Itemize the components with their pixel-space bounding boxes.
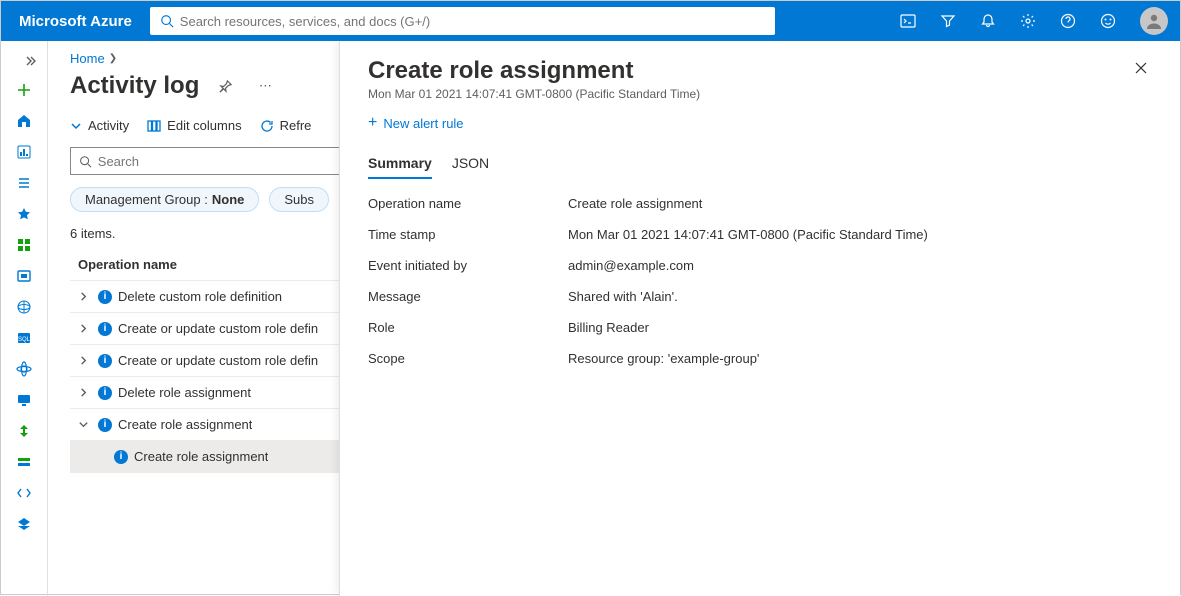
info-icon: i — [114, 450, 128, 464]
notifications-icon[interactable] — [968, 1, 1008, 41]
row-label: Delete custom role definition — [118, 289, 282, 304]
page-title: Activity log — [70, 72, 199, 100]
close-button[interactable] — [1130, 57, 1152, 82]
rail-resource-groups-icon[interactable] — [1, 261, 47, 290]
breadcrumb-home[interactable]: Home — [70, 51, 105, 66]
summary-field-label: Operation name — [368, 196, 568, 211]
rail-storage-icon[interactable] — [1, 447, 47, 476]
close-icon — [1134, 61, 1148, 75]
pill-subscription[interactable]: Subs — [269, 187, 329, 212]
chevron-right-icon[interactable] — [74, 355, 92, 366]
info-icon: i — [98, 386, 112, 400]
row-label: Delete role assignment — [118, 385, 251, 400]
rail-all-resources-icon[interactable] — [1, 230, 47, 259]
summary-field-value: Shared with 'Alain'. — [568, 289, 1152, 304]
pill-management-group[interactable]: Management Group : None — [70, 187, 259, 212]
summary-field-value: Billing Reader — [568, 320, 1152, 335]
info-icon: i — [98, 418, 112, 432]
search-icon — [79, 155, 92, 168]
plus-icon: + — [368, 115, 377, 131]
summary-field-value: admin@example.com — [568, 258, 1152, 273]
tab-json[interactable]: JSON — [452, 149, 489, 179]
detail-title: Create role assignment — [368, 57, 700, 85]
rail-dashboard-icon[interactable] — [1, 137, 47, 166]
svg-text:SQL: SQL — [18, 337, 31, 343]
summary-field-value: Create role assignment — [568, 196, 1152, 211]
summary-field-label: Message — [368, 289, 568, 304]
row-label: Create or update custom role defin — [118, 353, 318, 368]
new-alert-label: New alert rule — [383, 116, 463, 131]
tab-summary[interactable]: Summary — [368, 149, 432, 179]
rail-vnet-icon[interactable] — [1, 478, 47, 507]
pill-mg-label: Management Group : — [85, 192, 208, 207]
rail-home-icon[interactable] — [1, 106, 47, 135]
info-icon: i — [98, 322, 112, 336]
info-icon: i — [98, 290, 112, 304]
rail-cosmos-icon[interactable] — [1, 354, 47, 383]
chevron-right-icon[interactable] — [74, 387, 92, 398]
edit-columns-label: Edit columns — [167, 118, 241, 133]
summary-field-value: Resource group: 'example-group' — [568, 351, 1152, 366]
detail-panel: Create role assignment Mon Mar 01 2021 1… — [339, 41, 1180, 596]
rail-load-balancer-icon[interactable] — [1, 416, 47, 445]
refresh-button[interactable]: Refre — [260, 118, 312, 133]
rail-vm-icon[interactable] — [1, 385, 47, 414]
rail-sql-icon[interactable]: SQL — [1, 323, 47, 352]
left-nav-rail: SQL — [1, 41, 48, 596]
settings-icon[interactable] — [1008, 1, 1048, 41]
summary-field-label: Event initiated by — [368, 258, 568, 273]
summary-field-label: Time stamp — [368, 227, 568, 242]
feedback-icon[interactable] — [1088, 1, 1128, 41]
edit-columns-button[interactable]: Edit columns — [147, 118, 241, 133]
new-alert-rule-button[interactable]: + New alert rule — [368, 115, 1152, 131]
summary-field-label: Role — [368, 320, 568, 335]
rail-all-services-icon[interactable] — [1, 168, 47, 197]
topbar-icon-group — [888, 1, 1128, 41]
chevron-down-icon[interactable] — [74, 419, 92, 430]
rail-expand-toggle[interactable] — [1, 49, 47, 73]
rail-create-icon[interactable] — [1, 75, 47, 104]
global-search[interactable] — [150, 7, 775, 35]
chevron-right-icon[interactable] — [74, 291, 92, 302]
summary-field-label: Scope — [368, 351, 568, 366]
pin-button[interactable] — [211, 72, 239, 100]
row-label: Create or update custom role defin — [118, 321, 318, 336]
row-label: Create role assignment — [134, 449, 268, 464]
rail-favorites-icon[interactable] — [1, 199, 47, 228]
row-label: Create role assignment — [118, 417, 252, 432]
rail-aad-icon[interactable] — [1, 509, 47, 538]
activity-dropdown[interactable]: Activity — [70, 118, 129, 133]
detail-subtitle: Mon Mar 01 2021 14:07:41 GMT-0800 (Pacif… — [368, 87, 700, 101]
chevron-right-icon[interactable] — [74, 323, 92, 334]
user-avatar[interactable] — [1140, 7, 1168, 35]
cloud-shell-icon[interactable] — [888, 1, 928, 41]
more-button[interactable]: ⋯ — [251, 72, 279, 100]
info-icon: i — [98, 354, 112, 368]
help-icon[interactable] — [1048, 1, 1088, 41]
search-icon — [160, 14, 174, 28]
refresh-label: Refre — [280, 118, 312, 133]
chevron-right-icon: ❯ — [109, 53, 117, 64]
rail-app-services-icon[interactable] — [1, 292, 47, 321]
global-search-input[interactable] — [180, 14, 765, 29]
brand-label: Microsoft Azure — [1, 13, 150, 30]
pill-mg-value: None — [212, 192, 245, 207]
top-header: Microsoft Azure — [1, 1, 1180, 41]
summary-field-value: Mon Mar 01 2021 14:07:41 GMT-0800 (Pacif… — [568, 227, 1152, 242]
directory-filter-icon[interactable] — [928, 1, 968, 41]
activity-label: Activity — [88, 118, 129, 133]
pill-subs-label: Subs — [284, 192, 314, 207]
